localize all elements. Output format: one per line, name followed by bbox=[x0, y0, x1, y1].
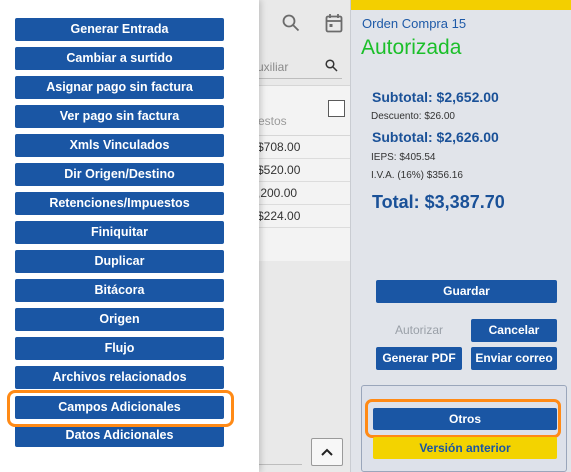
subtotal-before-discount: Subtotal: $2,652.00 bbox=[372, 89, 499, 105]
chevron-up-icon bbox=[321, 448, 333, 456]
auxiliar-search-field[interactable]: uxiliar bbox=[255, 57, 342, 79]
menu-item-ver-pago[interactable]: Ver pago sin factura bbox=[15, 105, 224, 128]
order-summary-panel: Orden Compra 15 Autorizada Subtotal: $2,… bbox=[350, 0, 571, 472]
row-amount: $520.00 bbox=[257, 163, 301, 177]
auxiliar-label: uxiliar bbox=[257, 60, 289, 74]
menu-item-duplicar[interactable]: Duplicar bbox=[15, 250, 224, 273]
menu-item-xmls-vinculados[interactable]: Xmls Vinculados bbox=[15, 134, 224, 157]
menu-item-dir-origen-destino[interactable]: Dir Origen/Destino bbox=[15, 163, 224, 186]
search-icon[interactable] bbox=[282, 14, 300, 32]
campos-adicionales-highlight-outline bbox=[7, 390, 234, 427]
menu-item-datos-adicionales[interactable]: Datos Adicionales bbox=[15, 424, 224, 447]
row-amount: $708.00 bbox=[257, 140, 301, 154]
authorize-button[interactable]: Autorizar bbox=[376, 319, 462, 342]
table-row[interactable]: $708.00 bbox=[255, 136, 350, 159]
select-all-checkbox[interactable] bbox=[328, 100, 345, 117]
search-icon[interactable] bbox=[325, 59, 338, 75]
column-header: estos bbox=[258, 114, 287, 128]
other-actions-menu: Generar Entrada Cambiar a surtido Asigna… bbox=[0, 0, 259, 472]
row-amount: $224.00 bbox=[257, 209, 301, 223]
calendar-icon[interactable] bbox=[325, 13, 343, 33]
menu-item-bitacora[interactable]: Bitácora bbox=[15, 279, 224, 302]
order-status: Autorizada bbox=[361, 36, 462, 59]
send-email-button[interactable]: Enviar correo bbox=[471, 347, 557, 370]
otros-highlight-outline bbox=[365, 399, 561, 438]
table-row[interactable]: ,200.00 bbox=[255, 182, 350, 205]
discount-value: Descuento: $26.00 bbox=[371, 111, 455, 122]
menu-item-cambiar-surtido[interactable]: Cambiar a surtido bbox=[15, 47, 224, 70]
order-total: Total: $3,387.70 bbox=[372, 192, 505, 212]
generate-pdf-button[interactable]: Generar PDF bbox=[376, 347, 462, 370]
menu-item-archivos-relacionados[interactable]: Archivos relacionados bbox=[15, 366, 224, 389]
menu-item-origen[interactable]: Origen bbox=[15, 308, 224, 331]
iva-value: I.V.A. (16%) $356.16 bbox=[371, 170, 463, 181]
menu-item-generar-entrada[interactable]: Generar Entrada bbox=[15, 18, 224, 41]
bottom-input-field[interactable] bbox=[257, 445, 302, 465]
status-bar bbox=[351, 0, 571, 10]
table-row[interactable]: $224.00 bbox=[255, 205, 350, 228]
table-header: estos bbox=[255, 86, 350, 136]
menu-item-asignar-pago[interactable]: Asignar pago sin factura bbox=[15, 76, 224, 99]
menu-item-flujo[interactable]: Flujo bbox=[15, 337, 224, 360]
scroll-up-button[interactable] bbox=[311, 438, 343, 466]
cancel-button[interactable]: Cancelar bbox=[471, 319, 557, 342]
order-title: Orden Compra 15 bbox=[362, 16, 467, 31]
previous-version-button[interactable]: Versión anterior bbox=[373, 437, 557, 459]
save-button[interactable]: Guardar bbox=[376, 280, 557, 303]
items-table: estos $708.00 $520.00 ,200.00 $224.00 bbox=[255, 85, 350, 261]
menu-item-retenciones[interactable]: Retenciones/Impuestos bbox=[15, 192, 224, 215]
subtotal-after-discount: Subtotal: $2,626.00 bbox=[372, 129, 499, 145]
table-row[interactable]: $520.00 bbox=[255, 159, 350, 182]
menu-item-finiquitar[interactable]: Finiquitar bbox=[15, 221, 224, 244]
ieps-value: IEPS: $405.54 bbox=[371, 152, 436, 163]
row-amount: ,200.00 bbox=[257, 186, 298, 200]
